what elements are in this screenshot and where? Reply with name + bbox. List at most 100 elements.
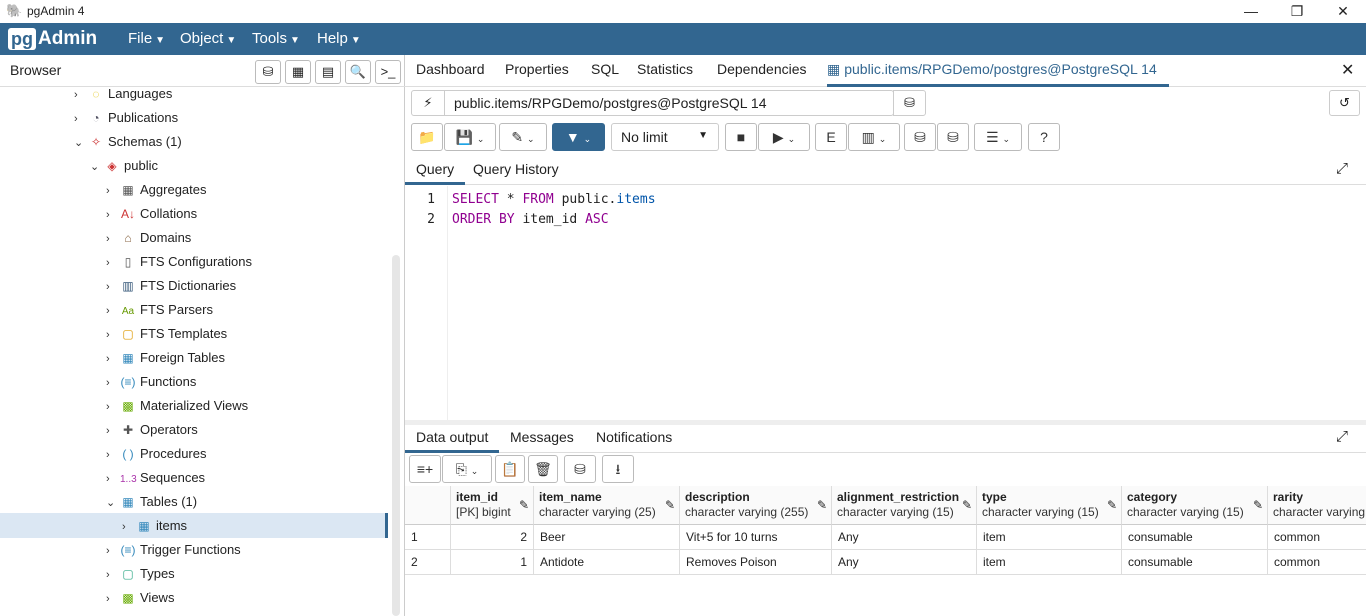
tree-item-fts-dictionaries[interactable]: › ▥ FTS Dictionaries: [106, 274, 236, 298]
tree-item-tables[interactable]: ⌄ ▦ Tables (1): [106, 490, 197, 514]
column-header[interactable]: rarity character varying: [1268, 486, 1366, 525]
table-cell[interactable]: Any: [832, 550, 977, 575]
add-row-icon[interactable]: ≡+: [409, 455, 441, 483]
filtered-rows-icon[interactable]: ▤: [315, 60, 341, 84]
rows-limit-select[interactable]: No limit ▼: [611, 123, 719, 151]
psql-terminal-icon[interactable]: >_: [375, 60, 401, 84]
tab-sql[interactable]: SQL: [591, 61, 619, 77]
execute-button[interactable]: ▶ ⌄: [758, 123, 810, 151]
connection-selector[interactable]: ⚡ public.items/RPGDemo/postgres@PostgreS…: [411, 90, 894, 116]
save-data-icon[interactable]: ⛁: [564, 455, 596, 483]
tab-notifications[interactable]: Notifications: [596, 429, 672, 445]
delete-icon[interactable]: 🗑: [528, 455, 558, 483]
table-cell[interactable]: Antidote: [534, 550, 680, 575]
column-header[interactable]: type character varying (15) ✎: [977, 486, 1122, 525]
save-file-button[interactable]: 💾 ⌄: [444, 123, 496, 151]
tree-item-aggregates[interactable]: › ▦ Aggregates: [106, 178, 207, 202]
view-data-table-icon[interactable]: ▦: [285, 60, 311, 84]
table-cell[interactable]: Any: [832, 525, 977, 550]
tree-item-operators[interactable]: › ✚ Operators: [106, 418, 198, 442]
browser-scrollbar[interactable]: [392, 255, 400, 616]
copy-button[interactable]: ⎘ ⌄: [442, 455, 492, 483]
table-cell[interactable]: common: [1268, 525, 1366, 550]
tab-data-output[interactable]: Data output: [405, 425, 500, 453]
menu-object[interactable]: Object ▼: [180, 30, 236, 47]
connection-status-icon[interactable]: ⚡: [412, 91, 445, 115]
minimize-button[interactable]: —: [1228, 0, 1274, 23]
table-cell[interactable]: Vit+5 for 10 turns: [680, 525, 832, 550]
paste-icon[interactable]: 📋: [495, 455, 525, 483]
database-icon[interactable]: ⛁: [893, 90, 926, 116]
tree-item-sequences[interactable]: › 1..3 Sequences: [106, 466, 205, 490]
tree-item-public[interactable]: ⌄ ◈ public: [90, 154, 158, 178]
tree-item-procedures[interactable]: ›( ) Procedures: [106, 442, 206, 466]
aggregates-icon: ▦: [122, 183, 134, 197]
sql-editor[interactable]: 1 2 SELECT * FROM public.items ORDER BY …: [405, 186, 1366, 422]
menu-tools[interactable]: Tools ▼: [252, 30, 300, 47]
row-number[interactable]: 2: [405, 550, 451, 575]
tree-item-types[interactable]: › ▢ Types: [106, 562, 175, 586]
expand-icon[interactable]: ⤢: [1336, 160, 1348, 177]
fts-dictionaries-icon: ▥: [122, 279, 134, 293]
table-cell[interactable]: Beer: [534, 525, 680, 550]
tree-item-functions[interactable]: › (≡) Functions: [106, 370, 196, 394]
table-cell[interactable]: item: [977, 550, 1122, 575]
tree-item-fts-parsers[interactable]: › Aa FTS Parsers: [106, 298, 213, 322]
tree-item-views[interactable]: › ▩ Views: [106, 586, 174, 610]
table-cell[interactable]: item: [977, 525, 1122, 550]
column-header[interactable]: category character varying (15) ✎: [1122, 486, 1268, 525]
tree-item-trigger-functions[interactable]: › (≡) Trigger Functions: [106, 538, 241, 562]
download-icon[interactable]: ⭳: [602, 455, 634, 483]
commit-icon[interactable]: ⛁: [904, 123, 936, 151]
column-header[interactable]: alignment_restriction character varying (…: [832, 486, 977, 525]
tree-item-collations[interactable]: › A↓ Collations: [106, 202, 197, 226]
tab-dashboard[interactable]: Dashboard: [416, 61, 485, 77]
reset-layout-icon[interactable]: ↺: [1329, 90, 1360, 116]
tree-item-domains[interactable]: › ⌂ Domains: [106, 226, 191, 250]
table-cell[interactable]: 1: [451, 550, 534, 575]
explain-analyze-button[interactable]: ▥ ⌄: [848, 123, 900, 151]
table-cell[interactable]: Removes Poison: [680, 550, 832, 575]
tree-item-materialized-views[interactable]: › ▩ Materialized Views: [106, 394, 248, 418]
stop-icon[interactable]: ■: [725, 123, 757, 151]
pencil-icon: ✎: [664, 498, 675, 512]
tab-properties[interactable]: Properties: [505, 61, 569, 77]
tab-query[interactable]: Query: [405, 155, 466, 185]
tree-item-publications[interactable]: › ◔ Publications: [74, 106, 178, 130]
tab-messages[interactable]: Messages: [510, 429, 574, 445]
tree-item-schemas[interactable]: ⌄ ✧ Schemas (1): [74, 130, 182, 154]
tree-item-items[interactable]: › ▦ items: [122, 514, 187, 538]
close-tab-icon[interactable]: ✕: [1341, 60, 1354, 80]
macros-button[interactable]: ☰ ⌄: [974, 123, 1022, 151]
column-header[interactable]: item_name character varying (25) ✎: [534, 486, 680, 525]
tab-statistics[interactable]: Statistics: [637, 61, 693, 77]
filter-button[interactable]: ▼ ⌄: [552, 123, 605, 151]
maximize-button[interactable]: ❐: [1274, 0, 1320, 23]
tab-query-tool[interactable]: ▦ public.items/RPGDemo/postgres@PostgreSQ…: [827, 55, 1169, 87]
help-icon[interactable]: ?: [1028, 123, 1060, 151]
table-cell[interactable]: consumable: [1122, 525, 1268, 550]
expand-icon[interactable]: ⤢: [1336, 428, 1348, 445]
column-header[interactable]: description character varying (255) ✎: [680, 486, 832, 525]
rollback-icon[interactable]: ⛁: [937, 123, 969, 151]
close-window-button[interactable]: ✕: [1320, 0, 1366, 23]
tab-query-history[interactable]: Query History: [473, 161, 559, 177]
explain-icon[interactable]: E: [815, 123, 847, 151]
table-cell[interactable]: consumable: [1122, 550, 1268, 575]
tree-item-foreign-tables[interactable]: › ▦ Foreign Tables: [106, 346, 225, 370]
open-file-icon[interactable]: 📁: [411, 123, 443, 151]
row-number[interactable]: 1: [405, 525, 451, 550]
table-cell[interactable]: 2: [451, 525, 534, 550]
menu-help[interactable]: Help ▼: [317, 30, 361, 47]
edit-button[interactable]: ✎ ⌄: [499, 123, 547, 151]
table-cell[interactable]: common: [1268, 550, 1366, 575]
tree-item-fts-templates[interactable]: › ▢ FTS Templates: [106, 322, 227, 346]
column-header[interactable]: item_id [PK] bigint ✎: [451, 486, 534, 525]
tab-dependencies[interactable]: Dependencies: [717, 61, 807, 77]
chevron-right-icon: ›: [106, 473, 110, 485]
tree-item-fts-configurations[interactable]: › ▯ FTS Configurations: [106, 250, 252, 274]
menu-file[interactable]: File ▼: [128, 30, 165, 47]
search-icon[interactable]: 🔍: [345, 60, 371, 84]
object-explorer-db-icon[interactable]: ⛁: [255, 60, 281, 84]
tree-item-languages[interactable]: › ◌ Languages: [74, 82, 172, 106]
